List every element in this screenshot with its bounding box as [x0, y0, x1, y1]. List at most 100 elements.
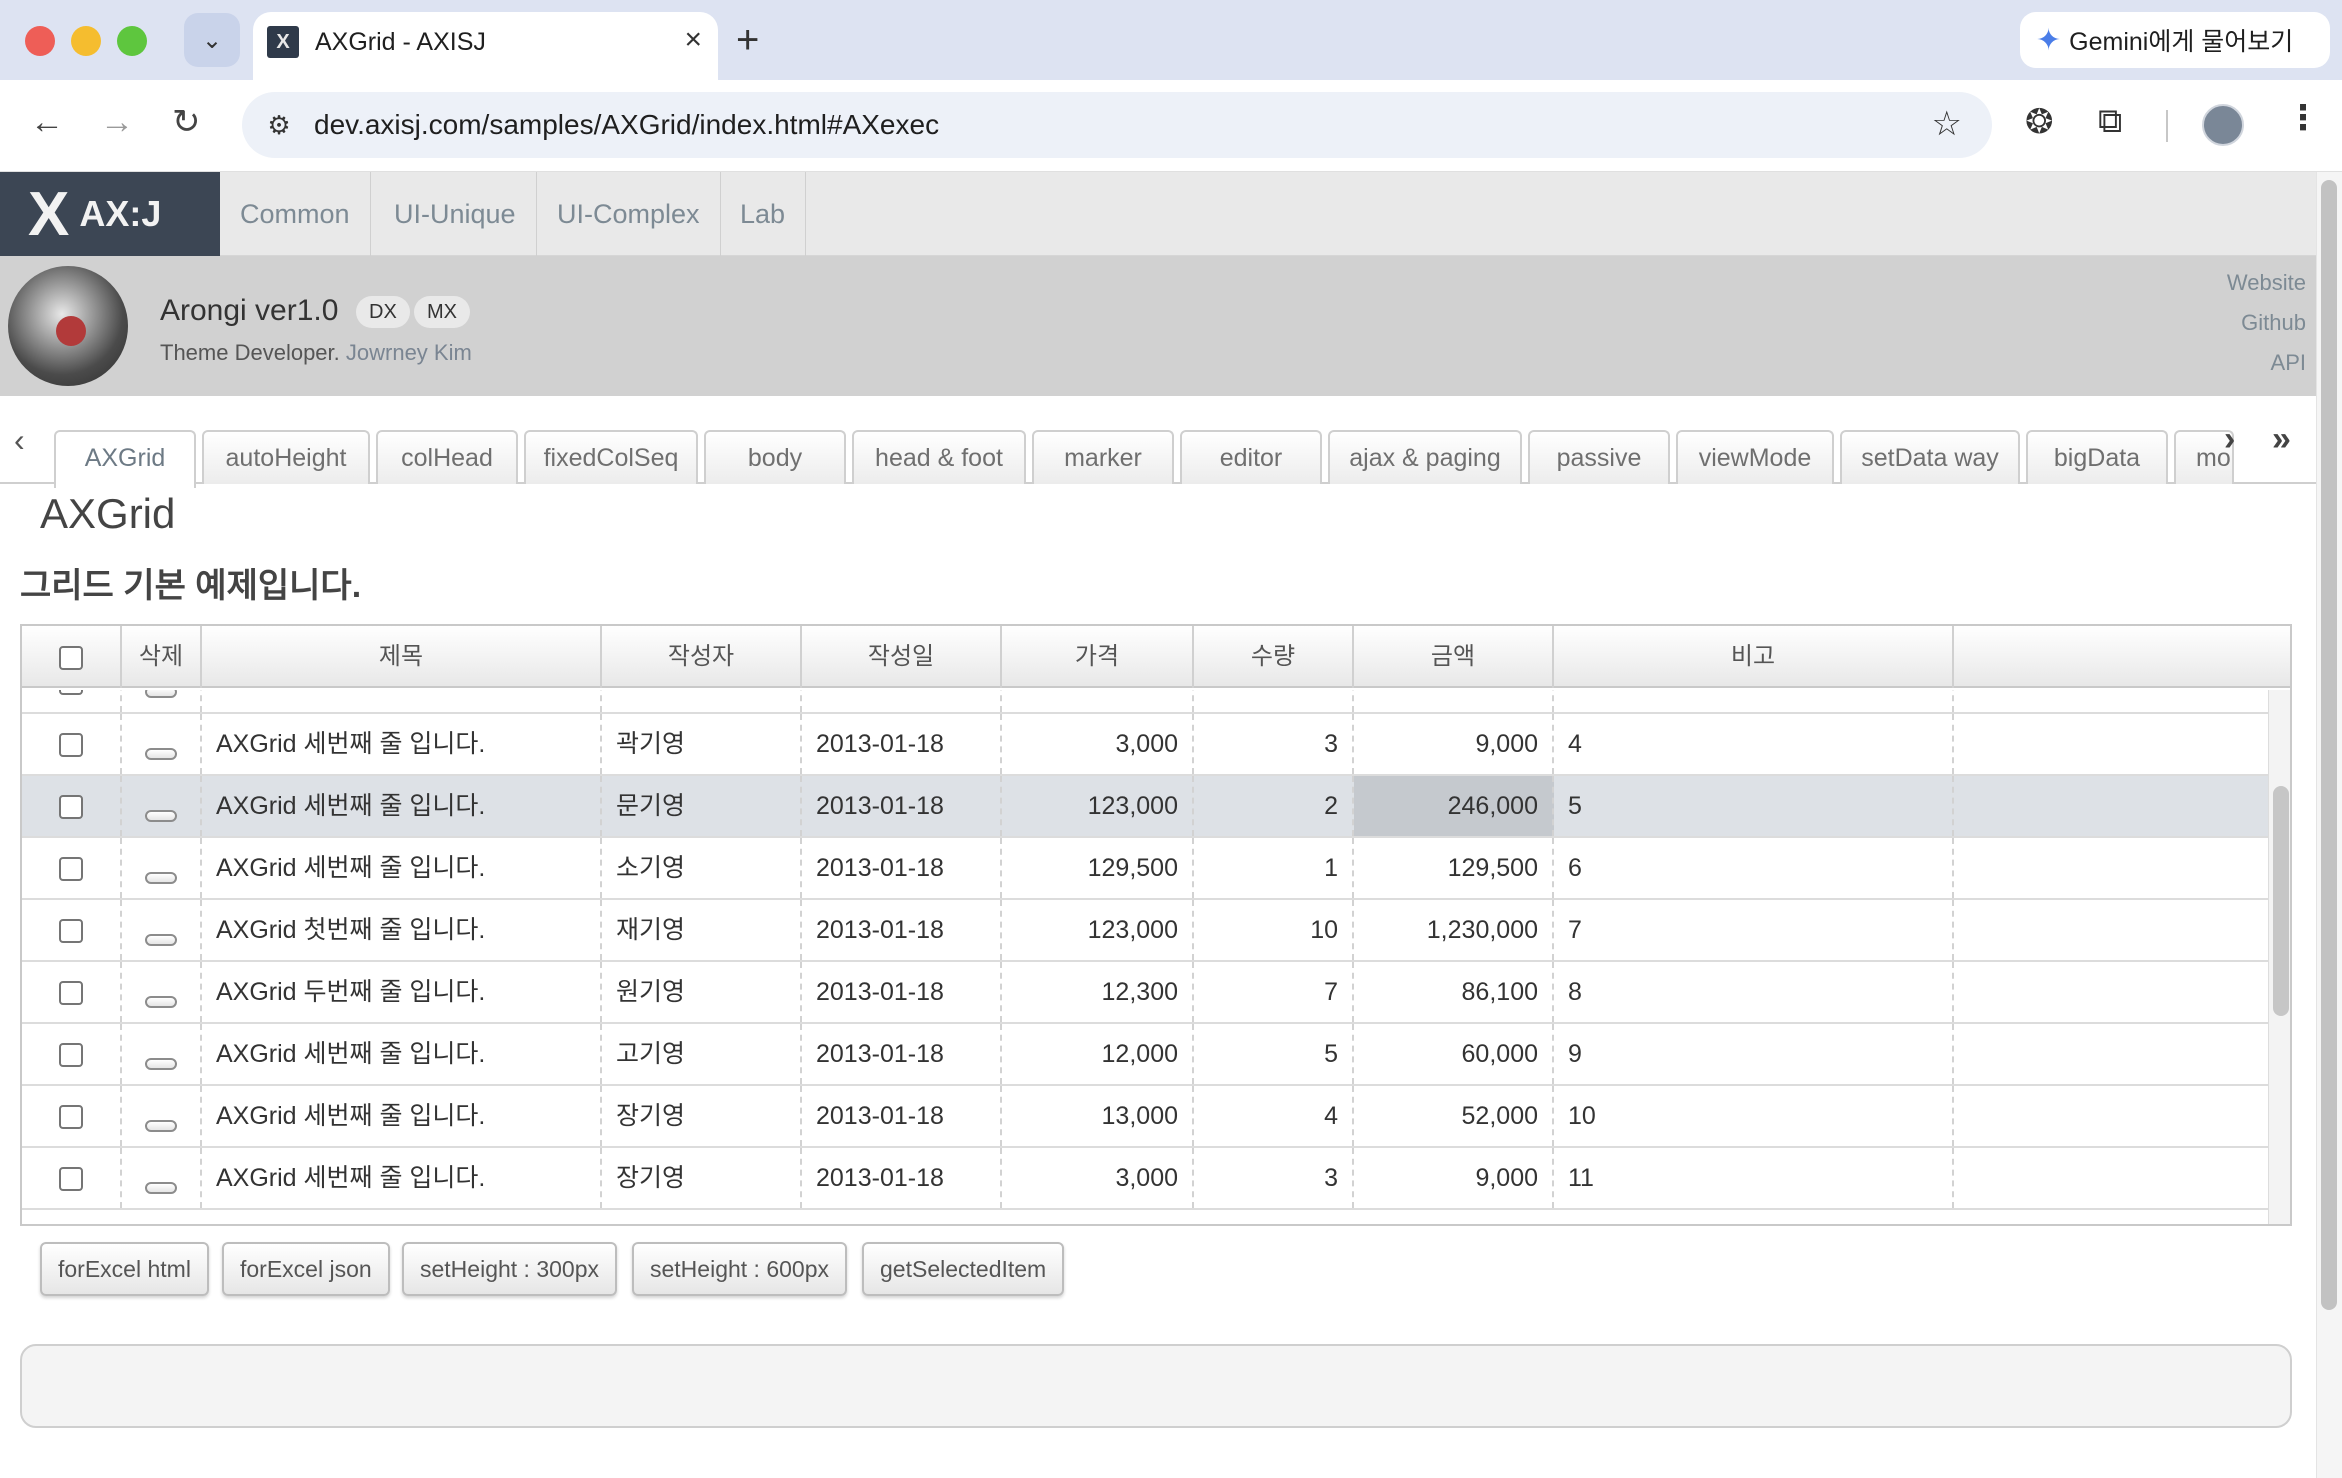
tab-setdata-way[interactable]: setData way: [1840, 430, 2020, 484]
delete-cell[interactable]: [122, 714, 202, 774]
delete-row-button[interactable]: [145, 690, 177, 699]
link-api[interactable]: API: [2271, 350, 2306, 376]
tab-scroll-right-icon[interactable]: ›: [2224, 420, 2235, 459]
link-github[interactable]: Github: [2241, 310, 2306, 336]
browser-menu-icon[interactable]: ⋮: [2286, 98, 2320, 138]
developer-name[interactable]: Jowrney Kim: [346, 340, 472, 365]
grid-scrollbar-thumb[interactable]: [2273, 786, 2289, 1016]
row-checkbox-cell[interactable]: [22, 838, 122, 898]
header-author[interactable]: 작성자: [602, 626, 802, 688]
page-scrollbar[interactable]: [2316, 172, 2342, 1478]
table-row[interactable]: AXGrid 두번째 줄 입니다. 원기영 2013-01-18 12,300 …: [22, 962, 2268, 1024]
set-height-600-button[interactable]: setHeight : 600px: [632, 1242, 848, 1296]
header-title[interactable]: 제목: [202, 626, 602, 688]
tab-ajax-paging[interactable]: ajax & paging: [1328, 430, 1522, 484]
delete-cell[interactable]: [122, 1148, 202, 1208]
tab-editor[interactable]: editor: [1180, 430, 1322, 484]
maximize-window-button[interactable]: [117, 26, 147, 56]
header-qty[interactable]: 수량: [1194, 626, 1354, 688]
page-scrollbar-thumb[interactable]: [2321, 180, 2337, 1310]
delete-cell[interactable]: [122, 776, 202, 836]
row-checkbox[interactable]: [59, 981, 83, 1006]
tab-body[interactable]: body: [704, 430, 846, 484]
delete-row-button[interactable]: [145, 1182, 177, 1195]
close-window-button[interactable]: [25, 26, 55, 56]
row-checkbox-cell[interactable]: [22, 776, 122, 836]
tabs-prev-chevron-icon[interactable]: ‹: [14, 422, 25, 459]
table-row[interactable]: AXGrid 세번째 줄 입니다. 고기영 2013-01-18 12,000 …: [22, 1024, 2268, 1086]
browser-tab-active[interactable]: X AXGrid - AXISJ ×: [253, 12, 718, 82]
table-row[interactable]: AXGrid 세번째 줄 입니다. 장기영 2013-01-18 13,000 …: [22, 1086, 2268, 1148]
row-checkbox[interactable]: [59, 690, 83, 696]
tabs-next-double-chevron-icon[interactable]: »: [2272, 420, 2291, 459]
row-checkbox-cell[interactable]: [22, 1086, 122, 1146]
table-row[interactable]: AXGrid 세번째 줄 입니다. 곽기영 2013-01-18 3,000 3…: [22, 714, 2268, 776]
row-checkbox-cell[interactable]: [22, 690, 122, 712]
for-excel-json-button[interactable]: forExcel json: [222, 1242, 390, 1296]
site-info-icon[interactable]: ⚙: [260, 106, 298, 144]
header-delete[interactable]: 삭제: [122, 626, 202, 688]
menu-ui-unique[interactable]: UI-Unique: [374, 172, 537, 256]
back-arrow-icon[interactable]: ←: [30, 100, 64, 144]
menu-common[interactable]: Common: [220, 172, 371, 256]
tab-search-button[interactable]: ⌄: [184, 13, 240, 67]
for-excel-html-button[interactable]: forExcel html: [40, 1242, 209, 1296]
row-checkbox[interactable]: [59, 733, 83, 758]
table-row-partial[interactable]: [22, 690, 2268, 714]
delete-row-button[interactable]: [145, 872, 177, 885]
delete-cell[interactable]: [122, 962, 202, 1022]
delete-cell[interactable]: [122, 1024, 202, 1084]
row-checkbox[interactable]: [59, 1043, 83, 1068]
header-price[interactable]: 가격: [1002, 626, 1194, 688]
new-tab-button[interactable]: +: [736, 18, 759, 62]
axj-logo[interactable]: X AX:J: [0, 172, 220, 256]
gemini-button[interactable]: ✦ Gemini에게 물어보기: [2020, 12, 2330, 68]
menu-ui-complex[interactable]: UI-Complex: [537, 172, 721, 256]
delete-cell[interactable]: [122, 1086, 202, 1146]
tab-passive[interactable]: passive: [1528, 430, 1670, 484]
url-text[interactable]: dev.axisj.com/samples/AXGrid/index.html#…: [314, 108, 939, 142]
header-note[interactable]: 비고: [1554, 626, 1954, 688]
row-checkbox[interactable]: [59, 1105, 83, 1130]
table-row-selected[interactable]: AXGrid 세번째 줄 입니다. 문기영 2013-01-18 123,000…: [22, 776, 2268, 838]
bookmark-star-icon[interactable]: ☆: [1932, 104, 1962, 144]
chatgpt-extension-icon[interactable]: ❂: [2025, 102, 2054, 142]
table-row[interactable]: AXGrid 세번째 줄 입니다. 소기영 2013-01-18 129,500…: [22, 838, 2268, 900]
grid-scrollbar[interactable]: [2268, 690, 2290, 1224]
row-checkbox-cell[interactable]: [22, 1148, 122, 1208]
delete-cell[interactable]: [122, 838, 202, 898]
header-date[interactable]: 작성일: [802, 626, 1002, 688]
delete-row-button[interactable]: [145, 934, 177, 947]
header-select-all[interactable]: [22, 626, 122, 688]
delete-row-button[interactable]: [145, 1058, 177, 1071]
address-bar[interactable]: ⚙ dev.axisj.com/samples/AXGrid/index.htm…: [242, 92, 1992, 158]
delete-row-button[interactable]: [145, 996, 177, 1009]
row-checkbox[interactable]: [59, 1167, 83, 1192]
link-website[interactable]: Website: [2227, 270, 2306, 296]
reload-icon[interactable]: ↻: [172, 100, 201, 144]
delete-cell[interactable]: [122, 900, 202, 960]
row-checkbox-cell[interactable]: [22, 1024, 122, 1084]
amount-cell-focused[interactable]: 246,000: [1354, 776, 1554, 836]
tab-bigdata[interactable]: bigData: [2026, 430, 2168, 484]
tab-colhead[interactable]: colHead: [376, 430, 518, 484]
row-checkbox-cell[interactable]: [22, 714, 122, 774]
close-tab-icon[interactable]: ×: [684, 22, 702, 58]
delete-cell[interactable]: [122, 690, 202, 712]
extensions-puzzle-icon[interactable]: ⧉: [2098, 102, 2122, 141]
menu-lab[interactable]: Lab: [720, 172, 807, 256]
table-row[interactable]: AXGrid 세번째 줄 입니다. 장기영 2013-01-18 3,000 3…: [22, 1148, 2268, 1210]
row-checkbox-cell[interactable]: [22, 900, 122, 960]
forward-arrow-icon[interactable]: →: [100, 100, 134, 144]
tab-autoheight[interactable]: autoHeight: [202, 430, 370, 484]
delete-row-button[interactable]: [145, 748, 177, 761]
profile-avatar-icon[interactable]: [2202, 104, 2244, 146]
tab-fixedcolseq[interactable]: fixedColSeq: [524, 430, 698, 484]
tab-head-foot[interactable]: head & foot: [852, 430, 1026, 484]
delete-row-button[interactable]: [145, 1120, 177, 1133]
tab-axgrid[interactable]: AXGrid: [54, 430, 196, 488]
row-checkbox[interactable]: [59, 795, 83, 820]
row-checkbox-cell[interactable]: [22, 962, 122, 1022]
row-checkbox[interactable]: [59, 857, 83, 882]
select-all-checkbox[interactable]: [59, 645, 83, 670]
